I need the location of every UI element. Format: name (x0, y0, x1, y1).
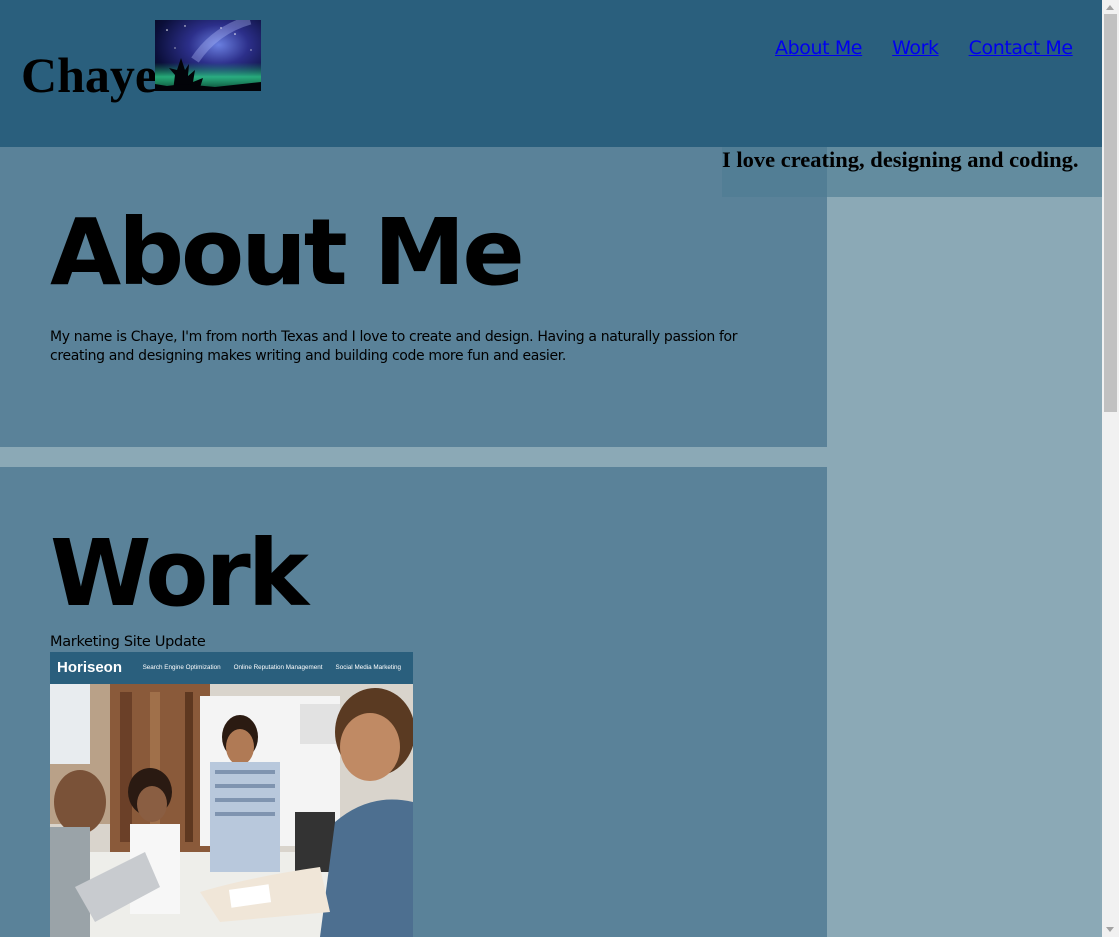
about-heading: About Me (50, 199, 525, 306)
screenshot-nav-item: Search Engine Optimization (142, 664, 221, 671)
project-caption: Marketing Site Update (50, 634, 206, 650)
about-section: About Me My name is Chaye, I'm from nort… (0, 147, 827, 447)
scrollbar-thumb[interactable] (1104, 14, 1117, 412)
screenshot-nav: Search Engine Optimization Online Reputa… (143, 663, 401, 673)
project-screenshot[interactable]: Horiseon Search Engine Optimization Onli… (50, 652, 413, 937)
main-nav: About Me Work Contact Me (775, 36, 1073, 60)
night-sky-logo-image (155, 20, 261, 91)
work-heading: Work (50, 520, 309, 627)
nav-link-contact-me[interactable]: Contact Me (969, 36, 1073, 60)
screenshot-header-bar: Horiseon Search Engine Optimization Onli… (50, 652, 413, 684)
scroll-down-arrow-icon[interactable] (1106, 927, 1114, 932)
tagline: I love creating, designing and coding. (722, 147, 1079, 172)
vertical-scrollbar[interactable] (1102, 0, 1119, 937)
screenshot-nav-item: Social Media Marketing (335, 664, 401, 671)
work-section: Work Marketing Site Update Horiseon Sear… (0, 467, 827, 937)
nav-link-work[interactable]: Work (892, 36, 939, 60)
site-header: Chaye About Me Work Contact Me (0, 0, 1102, 147)
page: Chaye About Me Work Contact Me About Me … (0, 0, 1102, 937)
nav-link-about-me[interactable]: About Me (775, 36, 863, 60)
site-brand-name: Chaye (21, 47, 158, 103)
about-paragraph: My name is Chaye, I'm from north Texas a… (50, 329, 738, 364)
screenshot-nav-item: Online Reputation Management (233, 664, 323, 671)
screenshot-logo: Horiseon (57, 659, 123, 676)
scroll-up-arrow-icon[interactable] (1106, 5, 1114, 10)
